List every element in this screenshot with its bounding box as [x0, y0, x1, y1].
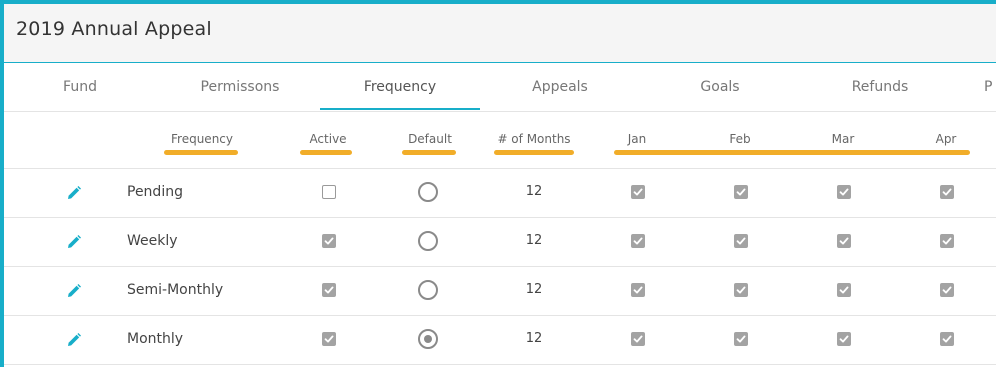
table-row: Weekly 12: [4, 218, 996, 267]
table-row: Pending 12: [4, 169, 996, 218]
active-checkbox[interactable]: [322, 234, 336, 248]
pencil-icon[interactable]: [66, 332, 82, 348]
header-default: Default: [408, 132, 452, 146]
tab-fund[interactable]: Fund: [20, 63, 140, 111]
header-apr: Apr: [935, 132, 957, 146]
apr-checkbox[interactable]: [940, 234, 954, 248]
table-header: Frequency Active Default # of Months Jan…: [4, 112, 996, 169]
highlight-frequency: [164, 150, 238, 155]
frequency-name: Semi-Monthly: [127, 282, 224, 298]
jan-checkbox[interactable]: [631, 234, 645, 248]
mar-checkbox[interactable]: [837, 283, 851, 297]
frequency-name: Weekly: [127, 233, 178, 249]
feb-checkbox[interactable]: [734, 283, 748, 297]
header-jan: Jan: [627, 132, 647, 146]
active-checkbox[interactable]: [322, 332, 336, 346]
active-tab-indicator: [320, 108, 480, 110]
feb-checkbox[interactable]: [734, 234, 748, 248]
active-checkbox[interactable]: [322, 185, 336, 199]
highlight-default: [402, 150, 456, 155]
header-months: # of Months: [497, 132, 571, 146]
jan-checkbox[interactable]: [631, 185, 645, 199]
tab-permissions[interactable]: Permissons: [180, 63, 300, 111]
pencil-icon[interactable]: [66, 283, 82, 299]
feb-checkbox[interactable]: [734, 185, 748, 199]
active-checkbox[interactable]: [322, 283, 336, 297]
mar-checkbox[interactable]: [837, 234, 851, 248]
header-frequency: Frequency: [171, 132, 233, 146]
title-bar: 2019 Annual Appeal: [4, 4, 996, 63]
apr-checkbox[interactable]: [940, 332, 954, 346]
page-title: 2019 Annual Appeal: [16, 18, 212, 40]
tab-refunds[interactable]: Refunds: [820, 63, 940, 111]
tab-overflow[interactable]: P: [984, 63, 996, 111]
header-mar: Mar: [831, 132, 855, 146]
pencil-icon[interactable]: [66, 234, 82, 250]
jan-checkbox[interactable]: [631, 332, 645, 346]
highlight-active: [300, 150, 352, 155]
default-radio[interactable]: [418, 182, 438, 202]
jan-checkbox[interactable]: [631, 283, 645, 297]
months-value: 12: [525, 282, 543, 297]
header-feb: Feb: [729, 132, 751, 146]
tab-frequency[interactable]: Frequency: [340, 63, 460, 111]
apr-checkbox[interactable]: [940, 283, 954, 297]
months-value: 12: [525, 184, 543, 199]
months-value: 12: [525, 233, 543, 248]
apr-checkbox[interactable]: [940, 185, 954, 199]
default-radio[interactable]: [418, 231, 438, 251]
tab-appeals[interactable]: Appeals: [500, 63, 620, 111]
tab-goals[interactable]: Goals: [660, 63, 780, 111]
mar-checkbox[interactable]: [837, 332, 851, 346]
tab-bar: Fund Permissons Frequency Appeals Goals …: [4, 63, 996, 112]
months-value: 12: [525, 331, 543, 346]
feb-checkbox[interactable]: [734, 332, 748, 346]
table-row: Monthly 12: [4, 316, 996, 365]
header-active: Active: [309, 132, 347, 146]
highlight-months: [494, 150, 574, 155]
frequency-name: Pending: [127, 184, 183, 200]
pencil-icon[interactable]: [66, 185, 82, 201]
default-radio[interactable]: [418, 329, 438, 349]
frequency-name: Monthly: [127, 331, 184, 347]
default-radio[interactable]: [418, 280, 438, 300]
highlight-months-columns: [614, 150, 970, 155]
table-row: Semi-Monthly 12: [4, 267, 996, 316]
mar-checkbox[interactable]: [837, 185, 851, 199]
